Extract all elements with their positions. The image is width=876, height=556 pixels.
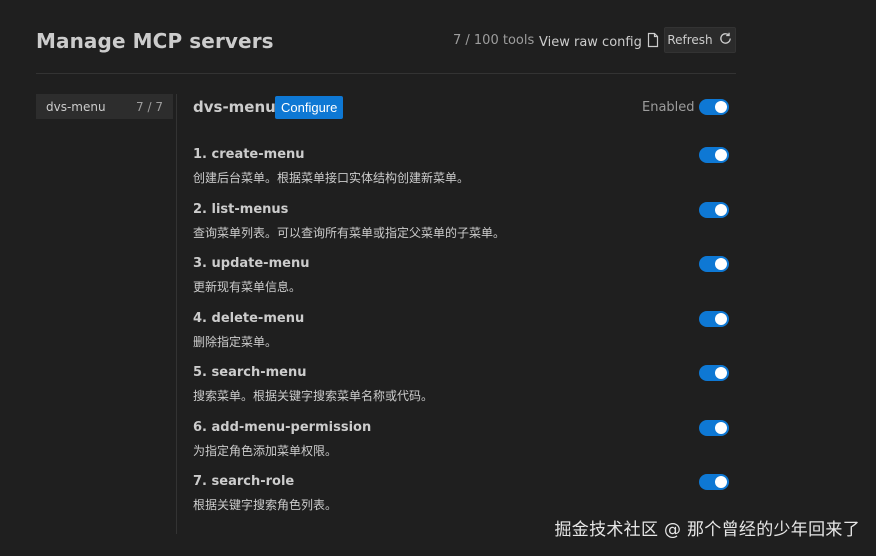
- tool-item-search-menu: 5. search-menu 搜索菜单。根据关键字搜索菜单名称或代码。: [193, 364, 729, 419]
- server-item-dvs-menu[interactable]: dvs-menu 7 / 7: [36, 94, 173, 119]
- toggle-knob: [715, 421, 727, 434]
- tool-toggle-search-menu[interactable]: [699, 365, 729, 381]
- server-list: dvs-menu 7 / 7: [36, 94, 173, 119]
- server-detail: dvs-menu Configure Enabled 1. create-men…: [193, 94, 729, 512]
- tool-description: 查询菜单列表。可以查询所有菜单或指定父菜单的子菜单。: [193, 225, 506, 240]
- toggle-knob: [715, 476, 727, 488]
- view-raw-config-label: View raw config: [539, 34, 642, 50]
- tool-toggle-add-menu-permission[interactable]: [699, 419, 729, 436]
- refresh-icon: [718, 31, 733, 49]
- tool-name: 7. search-role: [193, 474, 295, 489]
- toggle-knob: [715, 258, 727, 270]
- tool-description: 创建后台菜单。根据菜单接口实体结构创建新菜单。: [193, 171, 470, 185]
- tool-toggle-search-role[interactable]: [699, 474, 729, 490]
- header: Manage MCP servers 7 / 100 tools View ra…: [36, 22, 736, 62]
- watermark: 掘金技术社区 @ 那个曾经的少年回来了: [554, 520, 860, 540]
- tool-description: 删除指定菜单。: [193, 334, 278, 349]
- tool-toggle-update-menu[interactable]: [699, 256, 729, 272]
- refresh-button[interactable]: Refresh: [664, 27, 736, 53]
- tools-count: 7 / 100 tools: [453, 33, 535, 48]
- tool-name: 6. add-menu-permission: [193, 419, 372, 435]
- toggle-knob: [715, 367, 727, 379]
- toggle-knob: [715, 149, 727, 161]
- tool-item-delete-menu: 4. delete-menu 删除指定菜单。: [193, 310, 729, 365]
- enabled-label: Enabled: [642, 100, 695, 115]
- tool-name: 2. list-menus: [193, 201, 289, 217]
- server-item-count: 7 / 7: [136, 99, 163, 114]
- tool-toggle-create-menu[interactable]: [699, 147, 729, 163]
- tool-name: 1. create-menu: [193, 147, 305, 162]
- tool-toggle-delete-menu[interactable]: [699, 310, 729, 327]
- tool-item-add-menu-permission: 6. add-menu-permission 为指定角色添加菜单权限。: [193, 419, 729, 474]
- server-enabled-toggle[interactable]: [699, 99, 729, 115]
- tool-description: 为指定角色添加菜单权限。: [193, 443, 338, 458]
- toggle-knob: [715, 312, 727, 325]
- file-icon: [646, 32, 660, 52]
- refresh-label: Refresh: [667, 33, 713, 47]
- header-divider: [36, 73, 736, 74]
- tool-name: 3. update-menu: [193, 256, 310, 271]
- tool-name: 4. delete-menu: [193, 310, 305, 326]
- mcp-manager-panel: Manage MCP servers 7 / 100 tools View ra…: [0, 0, 876, 556]
- tool-toggle-list-menus[interactable]: [699, 201, 729, 218]
- server-detail-header: dvs-menu Configure Enabled: [193, 94, 729, 122]
- server-item-name: dvs-menu: [46, 99, 106, 114]
- tool-name: 5. search-menu: [193, 365, 307, 380]
- page-title: Manage MCP servers: [36, 29, 274, 53]
- tool-item-create-menu: 1. create-menu 创建后台菜单。根据菜单接口实体结构创建新菜单。: [193, 146, 729, 201]
- tool-description: 搜索菜单。根据关键字搜索菜单名称或代码。: [193, 389, 434, 403]
- tool-description: 更新现有菜单信息。: [193, 280, 302, 294]
- toggle-knob: [715, 203, 727, 216]
- list-divider: [176, 94, 177, 534]
- tool-item-list-menus: 2. list-menus 查询菜单列表。可以查询所有菜单或指定父菜单的子菜单。: [193, 201, 729, 256]
- tool-list: 1. create-menu 创建后台菜单。根据菜单接口实体结构创建新菜单。 2…: [193, 146, 729, 528]
- configure-button[interactable]: Configure: [275, 96, 344, 119]
- tool-item-update-menu: 3. update-menu 更新现有菜单信息。: [193, 255, 729, 310]
- view-raw-config-link[interactable]: View raw config: [539, 31, 660, 53]
- toggle-knob: [715, 101, 727, 113]
- tool-description: 根据关键字搜索角色列表。: [193, 498, 338, 512]
- server-name: dvs-menu: [193, 98, 276, 116]
